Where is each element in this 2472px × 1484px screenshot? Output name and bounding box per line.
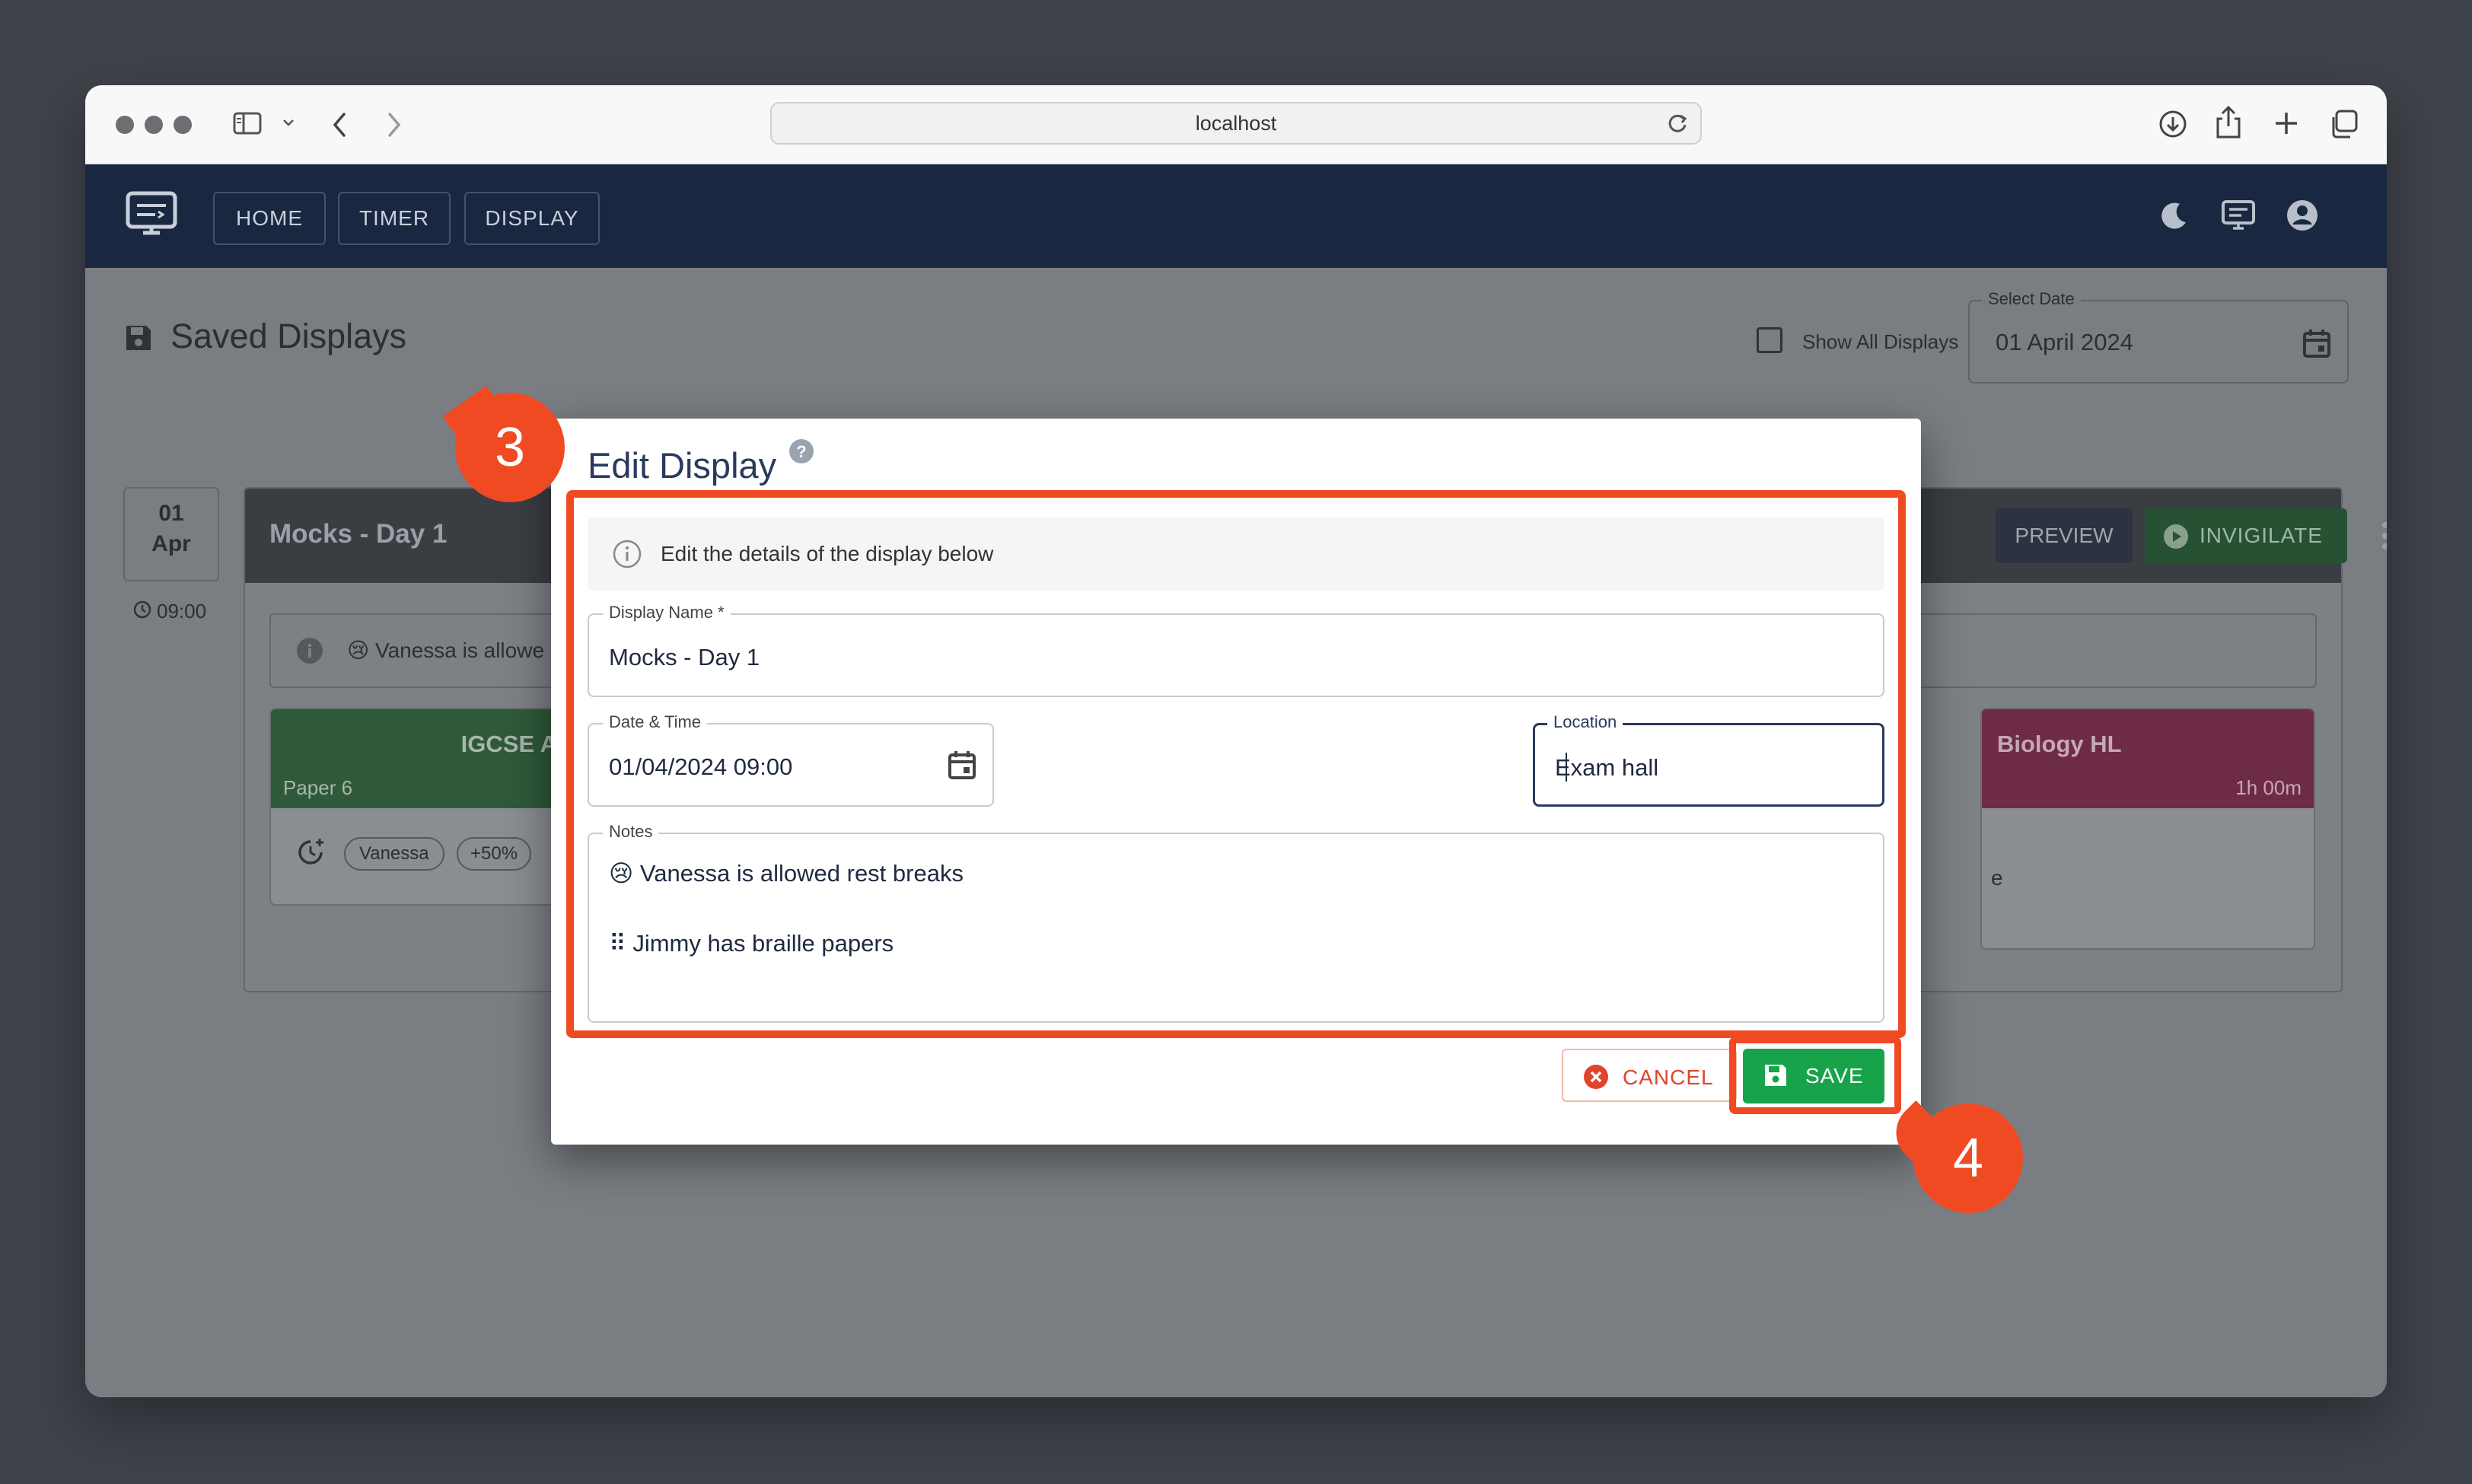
date-tile-day: 01 bbox=[158, 501, 184, 526]
callout-step-3: 3 bbox=[455, 393, 565, 502]
cancel-x-icon bbox=[1583, 1064, 1609, 1090]
date-tile: 01 Apr bbox=[123, 487, 219, 581]
info-dot-icon bbox=[295, 636, 324, 665]
exam-card-biology-duration: 1h 00m bbox=[2235, 776, 2302, 799]
play-circle-icon bbox=[2163, 524, 2189, 549]
exam-card-igcse[interactable]: IGCSE A Paper 6 Vanessa +50% bbox=[269, 708, 559, 906]
new-tab-plus-icon[interactable] bbox=[2273, 110, 2300, 137]
exam-card-biology-fragment: e bbox=[1991, 866, 2003, 890]
cancel-label: CANCEL bbox=[1623, 1065, 1714, 1089]
exam-card-igcse-paper: Paper 6 bbox=[283, 776, 353, 799]
notes-preview-text: 😢 Vanessa is allowe bbox=[347, 639, 545, 662]
extra-time-chip[interactable]: +50% bbox=[457, 837, 532, 871]
chevron-down-icon[interactable] bbox=[282, 117, 295, 128]
nav-timer-button[interactable]: TIMER bbox=[338, 192, 451, 245]
zoom-window-dot[interactable] bbox=[174, 116, 192, 134]
url-text: localhost bbox=[1195, 112, 1277, 135]
notes-preview-value: Vanessa is allowe bbox=[374, 639, 545, 662]
date-tile-month: Apr bbox=[151, 531, 191, 556]
invigilate-label: INVIGILATE bbox=[2200, 524, 2323, 547]
exam-card-biology[interactable]: Biology HL 1h 00m e bbox=[1980, 708, 2315, 950]
nav-home-button[interactable]: HOME bbox=[213, 192, 326, 245]
reload-icon[interactable] bbox=[1665, 111, 1690, 135]
dialog-title: Edit Display bbox=[588, 445, 777, 486]
help-icon[interactable]: ? bbox=[788, 438, 814, 464]
nav-display-button[interactable]: DISPLAY bbox=[464, 192, 600, 245]
browser-toolbar: localhost bbox=[85, 85, 2387, 164]
select-date-field[interactable]: Select Date 01 April 2024 bbox=[1968, 289, 2349, 384]
svg-text:?: ? bbox=[796, 442, 806, 461]
invigilate-button[interactable]: INVIGILATE bbox=[2145, 508, 2347, 563]
cancel-button[interactable]: CANCEL bbox=[1562, 1049, 1737, 1102]
back-arrow-icon[interactable] bbox=[330, 111, 349, 139]
display-card-name: Mocks - Day 1 bbox=[269, 519, 448, 549]
dark-mode-moon-icon[interactable] bbox=[2157, 199, 2190, 233]
exam-card-igcse-title: IGCSE A bbox=[460, 731, 557, 757]
calendar-icon[interactable] bbox=[2302, 327, 2332, 359]
app-logo-icon[interactable] bbox=[125, 190, 178, 240]
address-bar[interactable]: localhost bbox=[770, 102, 1702, 145]
clock-icon bbox=[132, 600, 152, 619]
close-window-dot[interactable] bbox=[116, 116, 134, 134]
show-all-checkbox[interactable] bbox=[1757, 327, 1782, 353]
page-title: Saved Displays bbox=[170, 317, 407, 355]
exam-card-igcse-header: IGCSE A Paper 6 bbox=[271, 709, 557, 808]
save-floppy-icon bbox=[123, 323, 154, 353]
exam-card-biology-header: Biology HL 1h 00m bbox=[1982, 709, 2314, 808]
account-avatar-icon[interactable] bbox=[2285, 198, 2320, 233]
sidebar-toggle-icon[interactable] bbox=[233, 111, 263, 135]
student-chip[interactable]: Vanessa bbox=[344, 837, 444, 871]
display-mode-icon[interactable] bbox=[2221, 199, 2256, 233]
exam-card-biology-title: Biology HL bbox=[1997, 731, 2122, 757]
preview-button[interactable]: PREVIEW bbox=[1996, 508, 2133, 563]
select-date-label: Select Date bbox=[1982, 289, 2081, 309]
save-highlight-box bbox=[1729, 1037, 1901, 1114]
tab-overview-icon[interactable] bbox=[2327, 108, 2359, 140]
show-all-label: Show All Displays bbox=[1802, 330, 1959, 353]
minimize-window-dot[interactable] bbox=[145, 116, 163, 134]
forward-arrow-icon[interactable] bbox=[385, 111, 403, 139]
callout-step-4: 4 bbox=[1913, 1103, 2023, 1213]
display-time: 09:00 bbox=[157, 600, 207, 623]
more-vert-icon[interactable] bbox=[2381, 521, 2387, 551]
select-date-value: 01 April 2024 bbox=[1996, 329, 2133, 355]
download-icon[interactable] bbox=[2157, 108, 2189, 140]
add-time-icon[interactable] bbox=[294, 836, 327, 869]
share-icon[interactable] bbox=[2215, 105, 2242, 140]
form-highlight-box bbox=[566, 490, 1906, 1038]
